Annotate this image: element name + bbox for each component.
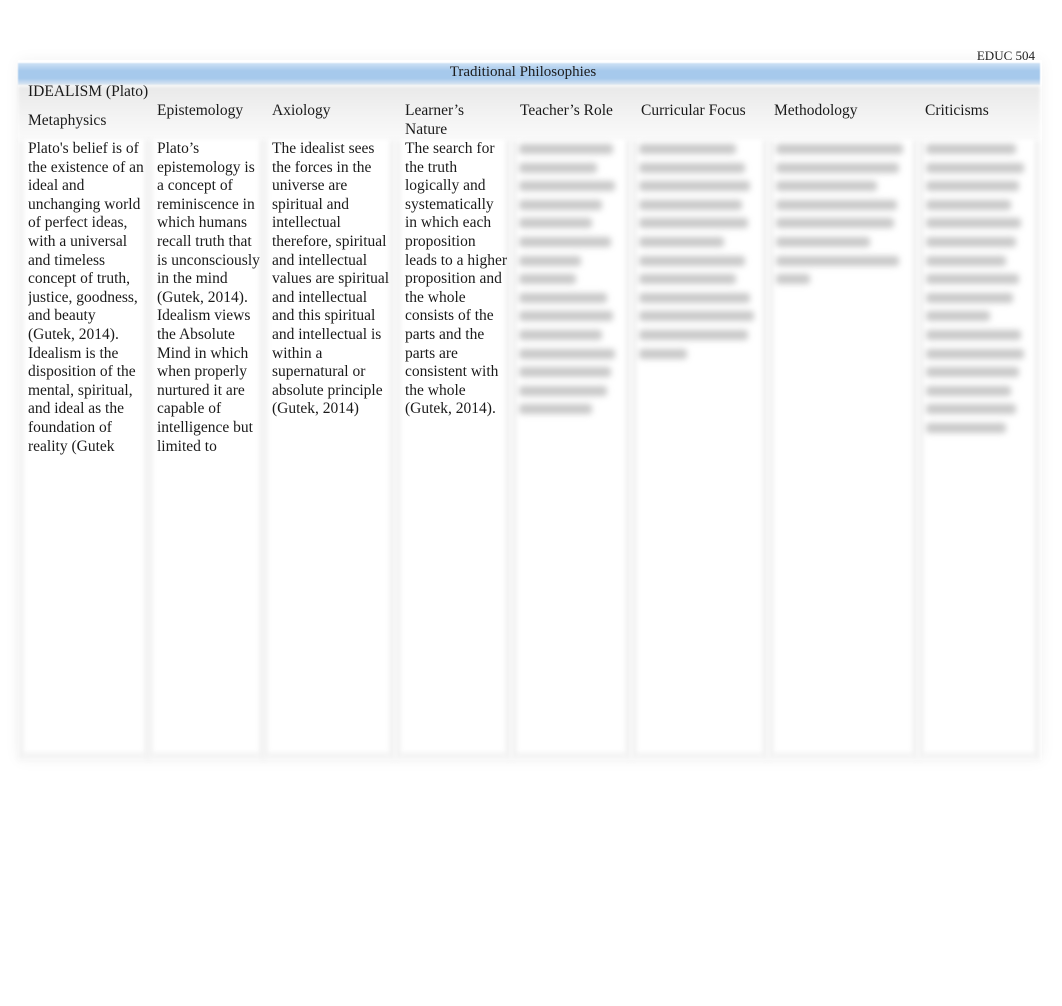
column-header-axiology: Axiology	[272, 102, 331, 119]
column-header-curricular-focus: Curricular Focus	[641, 102, 746, 119]
column-header-metaphysics: Metaphysics	[28, 112, 107, 129]
learners-nature-text: The search for the truth logically and s…	[405, 140, 507, 418]
blurred-curricular-focus	[639, 144, 760, 367]
column-metaphysics: Plato's belief is of the existence of an…	[18, 140, 150, 760]
column-header-learners-nature: Learner’s Nature	[405, 102, 465, 138]
column-methodology	[768, 140, 918, 760]
blurred-criticisms	[926, 144, 1032, 442]
cell-epistemology: Plato’s epistemology is a concept of rem…	[157, 140, 261, 463]
philosophies-table: Traditional Philosophies IDEALISM (Plato…	[18, 60, 1042, 760]
column-teachers-role	[511, 140, 631, 760]
cell-learners-nature: The search for the truth logically and s…	[405, 140, 507, 463]
cell-metaphysics: Plato's belief is of the existence of an…	[28, 140, 146, 463]
column-header-epistemology: Epistemology	[157, 102, 244, 119]
blurred-methodology	[776, 144, 910, 293]
column-header-teachers-role: Teacher’s Role	[520, 102, 613, 119]
column-epistemology: Plato’s epistemology is a concept of rem…	[147, 140, 265, 760]
column-curricular-focus	[631, 140, 768, 760]
axiology-text: The idealist sees the forces in the univ…	[272, 140, 390, 418]
philosophy-label: IDEALISM (Plato)	[28, 83, 149, 100]
table-title: Traditional Philosophies	[449, 64, 597, 80]
metaphysics-text: Plato's belief is of the existence of an…	[28, 140, 144, 455]
column-criticisms	[918, 140, 1040, 760]
column-header-criticisms: Criticisms	[925, 102, 989, 119]
blurred-teachers-role	[519, 144, 623, 423]
column-axiology: The idealist sees the forces in the univ…	[262, 140, 395, 760]
column-learners-nature: The search for the truth logically and s…	[395, 140, 511, 760]
column-header-methodology: Methodology	[774, 102, 858, 119]
cell-axiology: The idealist sees the forces in the univ…	[272, 140, 391, 463]
epistemology-text: Plato’s epistemology is a concept of rem…	[157, 140, 260, 455]
